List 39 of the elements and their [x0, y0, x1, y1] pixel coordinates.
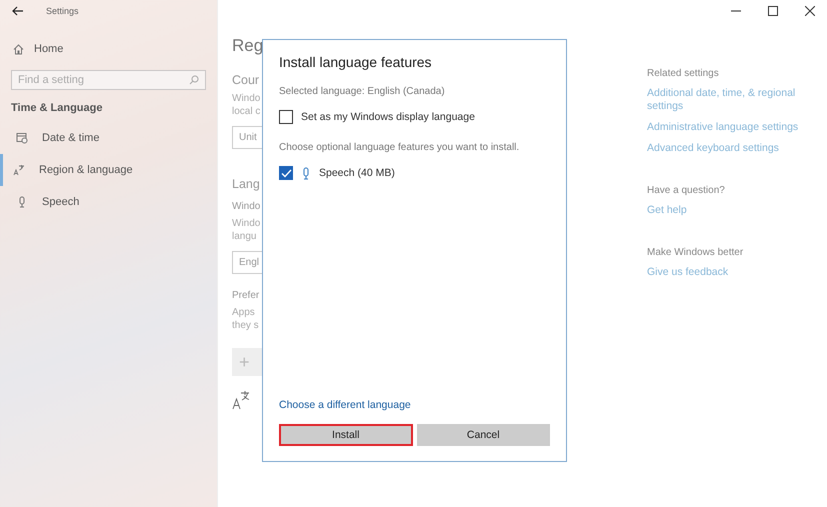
checkbox[interactable]: [279, 110, 293, 124]
description-text: Windo: [232, 92, 262, 105]
window-title: Settings: [46, 6, 79, 16]
dialog-button[interactable]: Install: [279, 424, 412, 446]
search-field[interactable]: Find a setting: [11, 70, 206, 90]
feedback-heading: Make Windows better: [647, 247, 744, 258]
help-heading: Have a question?: [647, 185, 726, 196]
choose-language-link[interactable]: Choose a different language: [279, 399, 550, 411]
related-heading: Related settings: [647, 68, 720, 79]
checkbox-label: Speech (40 MB): [319, 167, 395, 179]
language-icon: [232, 390, 250, 410]
sidebar-item[interactable]: Date & time: [0, 122, 217, 154]
microphone-icon: [301, 166, 311, 180]
home-link[interactable]: Home: [34, 43, 64, 55]
section-heading: Cour: [232, 73, 260, 87]
selected-language-text: Selected language: English (Canada): [279, 86, 446, 97]
dialog-button[interactable]: Cancel: [416, 424, 550, 446]
setting-label: Prefer: [232, 290, 260, 301]
description-text: langu: [232, 230, 258, 243]
maximize-icon[interactable]: [768, 6, 778, 16]
section-heading: Lang: [232, 177, 261, 191]
close-icon[interactable]: [805, 6, 815, 16]
dialog-title: Install language features: [279, 54, 433, 70]
description-text: Apps: [232, 306, 256, 319]
checkbox-label: Set as my Windows display language: [301, 111, 475, 123]
sidebar-item[interactable]: Speech: [0, 186, 217, 218]
section-heading: Time & Language: [10, 101, 104, 116]
description-text: local c: [232, 105, 262, 118]
description-text: they s: [232, 319, 260, 332]
back-arrow-icon[interactable]: [12, 6, 24, 16]
setting-label: Windo: [232, 201, 262, 212]
page-title: Reg: [232, 36, 264, 57]
language-icon: [13, 164, 25, 176]
instruction-text: Choose optional language features you want to install.: [279, 142, 520, 153]
calendar-clock-icon: [16, 132, 28, 144]
description-text: Windo: [232, 217, 262, 230]
search-icon: [189, 75, 199, 85]
checkbox[interactable]: [279, 166, 293, 180]
home-icon: [13, 44, 24, 54]
